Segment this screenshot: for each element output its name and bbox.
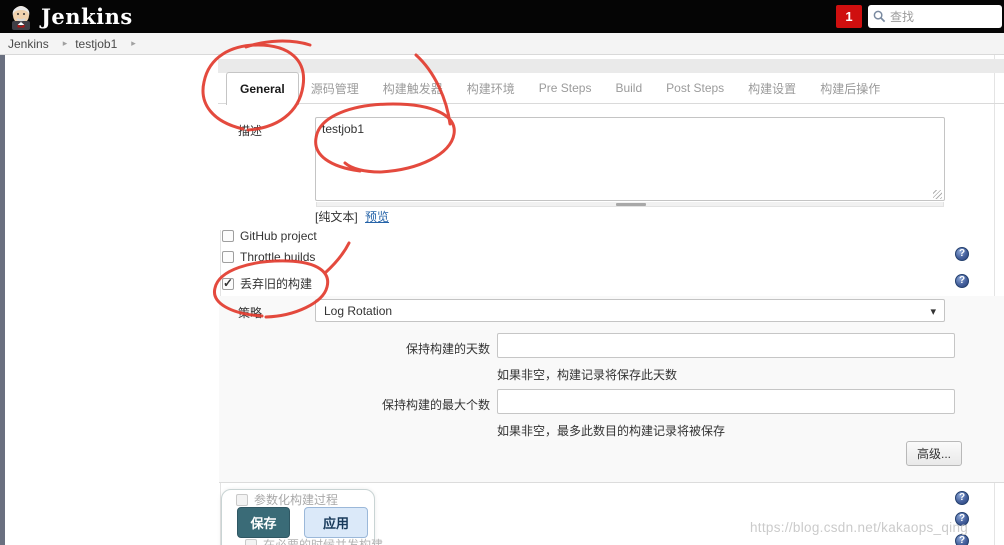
help-icon[interactable]	[955, 274, 969, 288]
textarea-resize-grip-icon[interactable]	[933, 190, 942, 199]
tab-bar-band	[218, 59, 1004, 73]
annotation-stroke-discard-tail	[323, 241, 351, 275]
max-builds-hint: 如果非空，最多此数目的构建记录将被保存	[497, 424, 726, 438]
max-builds-label: 保持构建的最大个数	[381, 398, 490, 412]
tab-build-triggers[interactable]: 构建触发器	[371, 72, 455, 104]
github-project-checkbox[interactable]	[222, 230, 234, 242]
description-label: 描述	[238, 124, 263, 138]
parameterized-build-label[interactable]: 参数化构建过程	[254, 491, 338, 508]
discard-old-builds-label[interactable]: 丢弃旧的构建	[240, 275, 312, 292]
help-icon[interactable]	[955, 491, 969, 505]
breadcrumb-separator-icon[interactable]	[131, 38, 136, 49]
days-to-keep-label: 保持构建的天数	[405, 342, 490, 356]
breadcrumb-item-testjob1[interactable]: testjob1	[75, 37, 117, 51]
jenkins-butler-icon[interactable]	[8, 4, 34, 30]
drag-bar-icon	[616, 203, 646, 206]
text-mode-label: [纯文本]	[315, 210, 358, 224]
save-button[interactable]: 保存	[237, 507, 290, 538]
strategy-select[interactable]: Log Rotation	[315, 299, 945, 322]
chevron-down-icon	[930, 304, 936, 318]
advanced-button[interactable]: 高级...	[906, 441, 963, 466]
tab-post-steps[interactable]: Post Steps	[654, 72, 736, 104]
concurrent-builds-checkbox[interactable]	[245, 538, 257, 545]
description-textarea[interactable]: testjob1	[315, 117, 945, 201]
breadcrumb-item-jenkins[interactable]: Jenkins	[8, 37, 49, 51]
strategy-label: 策略	[238, 306, 263, 320]
notification-badge[interactable]: 1	[836, 5, 862, 28]
app-title[interactable]: Jenkins	[41, 4, 133, 29]
help-icon[interactable]	[955, 534, 969, 545]
config-tab-bar: General 源码管理 构建触发器 构建环境 Pre Steps Build …	[226, 72, 892, 105]
parameterized-build-row: 参数化构建过程	[236, 491, 338, 508]
left-edge-strip	[0, 55, 5, 545]
github-project-row: GitHub project	[222, 229, 317, 243]
strategy-select-value: Log Rotation	[324, 303, 393, 318]
textarea-drag-handle[interactable]	[316, 202, 944, 207]
tab-pre-steps[interactable]: Pre Steps	[527, 72, 604, 104]
textarea-meta: [纯文本] 预览	[315, 208, 389, 225]
jenkins-config-page: Jenkins 1 Jenkins testjob1 General 源码管理 …	[0, 0, 1004, 545]
preview-link[interactable]: 预览	[365, 210, 389, 224]
github-project-label[interactable]: GitHub project	[240, 229, 317, 243]
max-builds-input[interactable]	[497, 389, 955, 414]
tab-build-settings[interactable]: 构建设置	[736, 72, 808, 104]
watermark: https://blog.csdn.net/kakaops_qing	[750, 520, 969, 535]
breadcrumb: Jenkins testjob1	[0, 33, 1004, 55]
apply-button[interactable]: 应用	[304, 507, 368, 538]
throttle-builds-checkbox[interactable]	[222, 251, 234, 263]
throttle-builds-label[interactable]: Throttle builds	[240, 250, 315, 264]
tab-general[interactable]: General	[226, 72, 299, 105]
parameterized-build-checkbox[interactable]	[236, 493, 248, 506]
breadcrumb-separator-icon[interactable]	[63, 38, 68, 49]
top-bar: Jenkins 1	[0, 0, 1004, 33]
discard-old-builds-checkbox[interactable]	[222, 276, 234, 290]
discard-old-builds-row: 丢弃旧的构建	[222, 275, 312, 292]
days-to-keep-hint: 如果非空，构建记录将保存此天数	[497, 368, 678, 382]
tab-build[interactable]: Build	[603, 72, 654, 104]
tab-post-build-actions[interactable]: 构建后操作	[808, 72, 892, 104]
search-icon	[873, 10, 886, 23]
tab-source-management[interactable]: 源码管理	[299, 72, 371, 104]
help-icon[interactable]	[955, 247, 969, 261]
tab-build-environment[interactable]: 构建环境	[455, 72, 527, 104]
throttle-builds-row: Throttle builds	[222, 250, 315, 264]
days-to-keep-input[interactable]	[497, 333, 955, 358]
search-box	[868, 5, 1002, 28]
search-input[interactable]	[890, 9, 990, 24]
